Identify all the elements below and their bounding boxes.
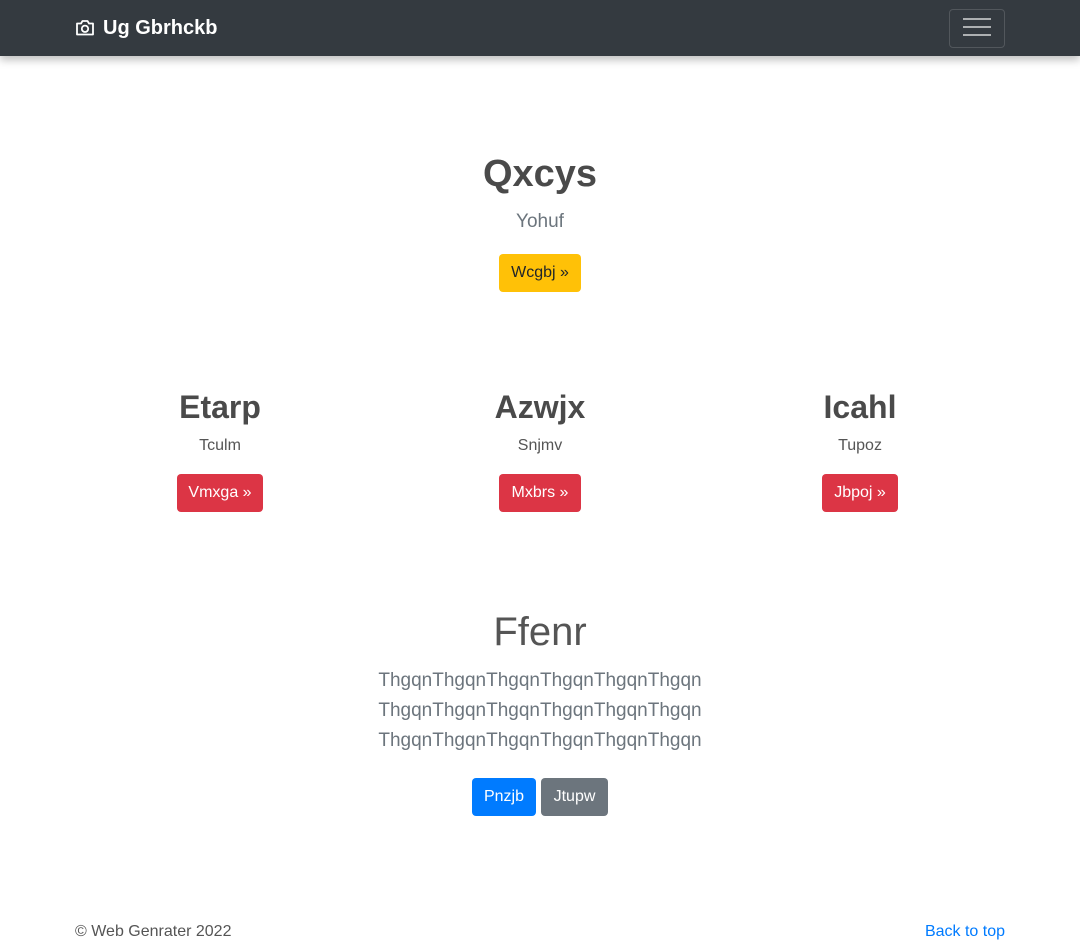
column-1-text: Tculm (199, 437, 241, 454)
column-3-text: Tupoz (838, 437, 882, 454)
lead-line: ThgqnThgqnThgqnThgqnThgqnThgqn (378, 670, 702, 691)
navbar-toggler-button[interactable] (949, 9, 1005, 48)
navbar-brand[interactable]: Ug Gbrhckb (75, 0, 217, 56)
section-title: Ffenr (493, 610, 587, 654)
lead-line: ThgqnThgqnThgqnThgqnThgqnThgqn (378, 700, 702, 721)
back-to-top-link[interactable]: Back to top (925, 923, 1005, 941)
column-1-button[interactable]: Vmxga » (177, 474, 263, 512)
column-2-text: Snjmv (517, 437, 563, 454)
section-lead: ThgqnThgqnThgqnThgqnThgqnThgqn ThgqnThgq… (340, 666, 740, 756)
lead-line: ThgqnThgqnThgqnThgqnThgqnThgqn (378, 730, 702, 751)
footer-copyright: © Web Genrater 2022 (75, 923, 232, 940)
brand-text: Ug Gbrhckb (103, 16, 218, 39)
column-2-title: Azwjx (494, 389, 586, 425)
column-3-title: Icahl (823, 389, 897, 425)
primary-button[interactable]: Pnzjb (472, 778, 536, 816)
hero-title: Qxcys (482, 153, 598, 195)
camera-icon (75, 19, 95, 37)
hero-subtitle: Yohuf (516, 211, 564, 232)
hero-button[interactable]: Wcgbj » (499, 254, 581, 292)
navbar: Ug Gbrhckb (0, 0, 1080, 56)
hamburger-icon (963, 16, 991, 41)
column-3-button[interactable]: Jbpoj » (822, 474, 898, 512)
secondary-button[interactable]: Jtupw (541, 778, 608, 816)
column-2-button[interactable]: Mxbrs » (499, 474, 581, 512)
column-1-title: Etarp (179, 389, 261, 425)
